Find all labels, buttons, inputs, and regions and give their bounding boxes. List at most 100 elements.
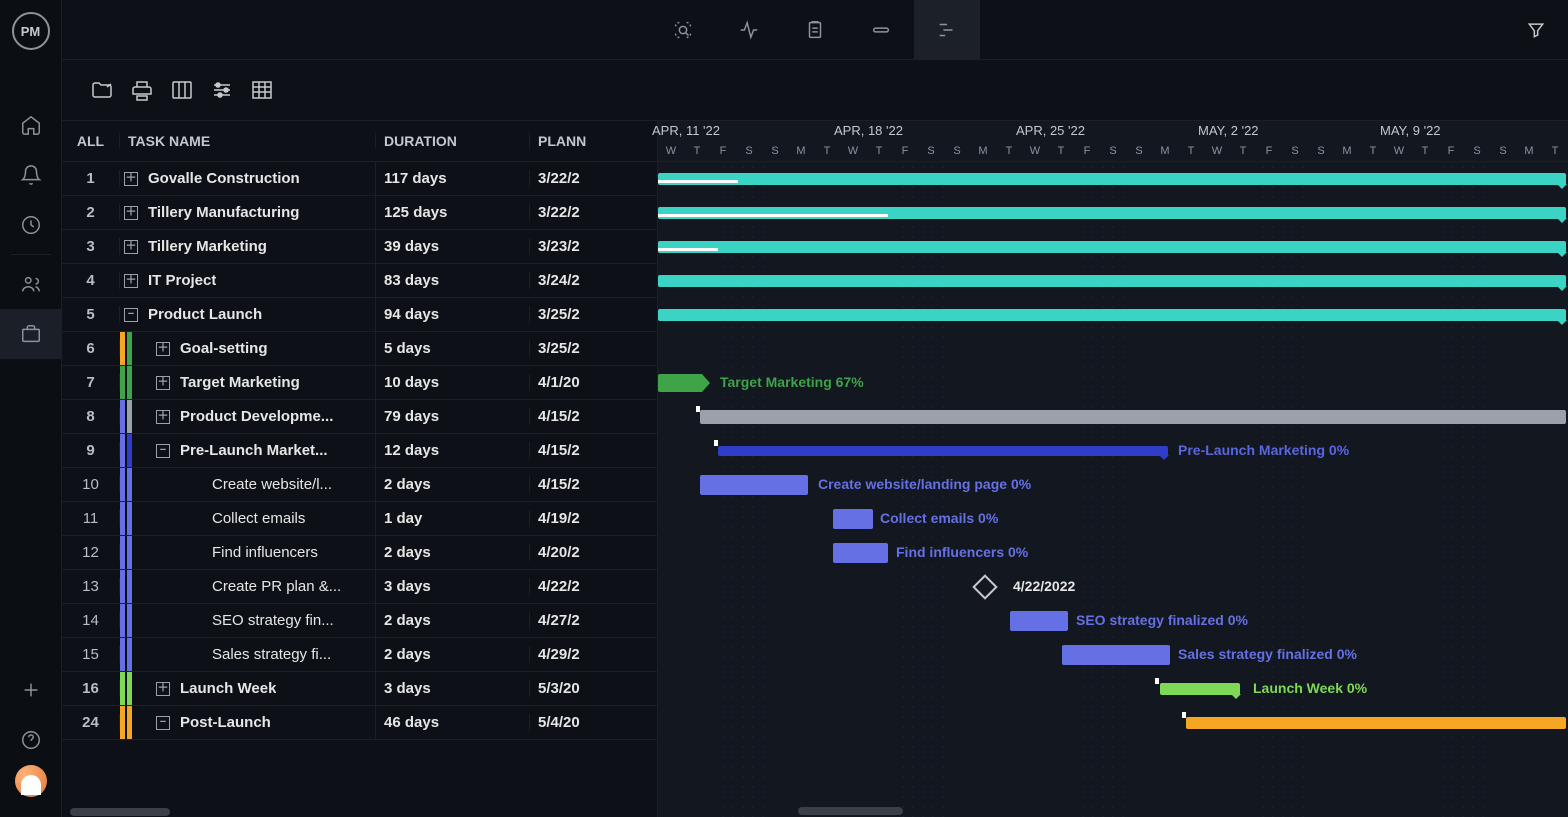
task-name: Post-Launch xyxy=(180,714,271,731)
task-planned: 5/4/20 xyxy=(530,714,657,731)
grid-scrollbar[interactable] xyxy=(62,807,657,817)
task-row[interactable]: 10 Create website/l... 2 days 4/15/2 xyxy=(62,468,657,502)
task-duration: 1 day xyxy=(376,510,530,527)
zoom-search-icon[interactable] xyxy=(650,0,716,60)
task-planned: 4/20/2 xyxy=(530,544,657,561)
task-row[interactable]: 5 −Product Launch 94 days 3/25/2 xyxy=(62,298,657,332)
bar-label: Collect emails 0% xyxy=(880,510,998,526)
link-icon[interactable] xyxy=(848,0,914,60)
task-name: Product Launch xyxy=(148,306,262,323)
help-icon[interactable] xyxy=(0,715,62,765)
task-row[interactable]: 15 Sales strategy fi... 2 days 4/29/2 xyxy=(62,638,657,672)
task-name: Collect emails xyxy=(212,510,305,527)
column-all[interactable]: ALL xyxy=(62,133,120,149)
row-number: 1 xyxy=(62,170,120,187)
task-planned: 4/15/2 xyxy=(530,442,657,459)
task-row[interactable]: 1 ＋Govalle Construction 117 days 3/22/2 xyxy=(62,162,657,196)
clock-icon[interactable] xyxy=(0,200,62,250)
task-row[interactable]: 4 ＋IT Project 83 days 3/24/2 xyxy=(62,264,657,298)
day-label: W xyxy=(840,145,866,161)
toggle-icon[interactable]: ＋ xyxy=(156,342,170,356)
task-planned: 4/15/2 xyxy=(530,408,657,425)
task-row[interactable]: 8 ＋Product Developme... 79 days 4/15/2 xyxy=(62,400,657,434)
people-icon[interactable] xyxy=(0,259,62,309)
task-row[interactable]: 13 Create PR plan &... 3 days 4/22/2 xyxy=(62,570,657,604)
day-label: S xyxy=(1126,145,1152,161)
day-label: F xyxy=(892,145,918,161)
briefcase-icon[interactable] xyxy=(0,309,62,359)
folder-icon[interactable] xyxy=(90,78,114,102)
day-label: M xyxy=(1334,145,1360,161)
task-row[interactable]: 16 ＋Launch Week 3 days 5/3/20 xyxy=(62,672,657,706)
task-name: Goal-setting xyxy=(180,340,268,357)
row-number: 7 xyxy=(62,374,120,391)
bar-label: Launch Week 0% xyxy=(1253,680,1367,696)
plus-icon[interactable] xyxy=(0,665,62,715)
grid-icon[interactable] xyxy=(250,78,274,102)
column-planned[interactable]: PLANN xyxy=(530,133,657,149)
toggle-icon[interactable]: ＋ xyxy=(156,682,170,696)
task-row[interactable]: 3 ＋Tillery Marketing 39 days 3/23/2 xyxy=(62,230,657,264)
task-name: Create website/l... xyxy=(212,476,332,493)
clipboard-icon[interactable] xyxy=(782,0,848,60)
columns-icon[interactable] xyxy=(170,78,194,102)
task-row[interactable]: 12 Find influencers 2 days 4/20/2 xyxy=(62,536,657,570)
task-row[interactable]: 14 SEO strategy fin... 2 days 4/27/2 xyxy=(62,604,657,638)
row-number: 13 xyxy=(62,578,120,595)
task-planned: 3/22/2 xyxy=(530,170,657,187)
row-number: 4 xyxy=(62,272,120,289)
task-row[interactable]: 24 −Post-Launch 46 days 5/4/20 xyxy=(62,706,657,740)
milestone-label: 4/22/2022 xyxy=(1013,578,1075,594)
task-name: Sales strategy fi... xyxy=(212,646,331,663)
toggle-icon[interactable]: − xyxy=(124,308,138,322)
toggle-icon[interactable]: ＋ xyxy=(156,376,170,390)
row-number: 9 xyxy=(62,442,120,459)
sliders-icon[interactable] xyxy=(210,78,234,102)
gantt-view-icon[interactable] xyxy=(914,0,980,60)
filter-icon[interactable] xyxy=(1526,0,1546,60)
task-row[interactable]: 2 ＋Tillery Manufacturing 125 days 3/22/2 xyxy=(62,196,657,230)
day-label: S xyxy=(1282,145,1308,161)
day-label: W xyxy=(1022,145,1048,161)
task-name: Pre-Launch Market... xyxy=(180,442,328,459)
toggle-icon[interactable]: ＋ xyxy=(124,206,138,220)
task-row[interactable]: 6 ＋Goal-setting 5 days 3/25/2 xyxy=(62,332,657,366)
activity-icon[interactable] xyxy=(716,0,782,60)
milestone-diamond[interactable] xyxy=(972,574,997,599)
day-label: F xyxy=(1438,145,1464,161)
row-number: 14 xyxy=(62,612,120,629)
task-row[interactable]: 11 Collect emails 1 day 4/19/2 xyxy=(62,502,657,536)
row-number: 12 xyxy=(62,544,120,561)
toggle-icon[interactable]: ＋ xyxy=(124,172,138,186)
toggle-icon[interactable]: ＋ xyxy=(124,274,138,288)
column-task-name[interactable]: TASK NAME xyxy=(120,133,376,149)
user-avatar[interactable] xyxy=(15,765,47,797)
column-duration[interactable]: DURATION xyxy=(376,133,530,149)
toggle-icon[interactable]: − xyxy=(156,716,170,730)
task-planned: 5/3/20 xyxy=(530,680,657,697)
task-planned: 4/27/2 xyxy=(530,612,657,629)
task-duration: 5 days xyxy=(376,340,530,357)
day-label: S xyxy=(1490,145,1516,161)
gantt-chart[interactable]: APR, 11 '22APR, 18 '22APR, 25 '22MAY, 2 … xyxy=(658,120,1568,817)
task-duration: 39 days xyxy=(376,238,530,255)
task-name: Launch Week xyxy=(180,680,276,697)
task-duration: 2 days xyxy=(376,612,530,629)
task-name: Target Marketing xyxy=(180,374,300,391)
task-row[interactable]: 7 ＋Target Marketing 10 days 4/1/20 xyxy=(62,366,657,400)
app-logo[interactable]: PM xyxy=(12,12,50,50)
toggle-icon[interactable]: ＋ xyxy=(156,410,170,424)
day-label: F xyxy=(710,145,736,161)
task-planned: 4/15/2 xyxy=(530,476,657,493)
bar-label: Create website/landing page 0% xyxy=(818,476,1031,492)
toggle-icon[interactable]: − xyxy=(156,444,170,458)
day-label: S xyxy=(736,145,762,161)
day-label: M xyxy=(788,145,814,161)
toggle-icon[interactable]: ＋ xyxy=(124,240,138,254)
task-row[interactable]: 9 −Pre-Launch Market... 12 days 4/15/2 xyxy=(62,434,657,468)
print-icon[interactable] xyxy=(130,78,154,102)
bell-icon[interactable] xyxy=(0,150,62,200)
row-number: 6 xyxy=(62,340,120,357)
home-icon[interactable] xyxy=(0,100,62,150)
gantt-scrollbar[interactable] xyxy=(798,807,903,815)
